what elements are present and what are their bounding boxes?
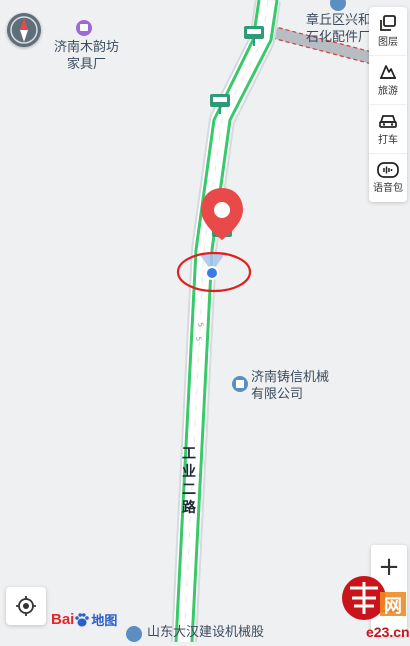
road-name-char: 路 bbox=[182, 500, 196, 516]
logo-map-text: 地图 bbox=[91, 613, 118, 628]
poi-label[interactable]: 济南铸信机械 有限公司 bbox=[251, 369, 329, 403]
paw-icon bbox=[75, 612, 90, 626]
road-name-char: 二 bbox=[182, 482, 196, 498]
map-canvas[interactable]: 5 5 bbox=[0, 0, 410, 642]
road-name-char: 业 bbox=[182, 464, 196, 480]
poi-label-line: 章丘区兴和 bbox=[306, 13, 372, 28]
poi-label-line: 济南木韵坊 bbox=[54, 40, 120, 55]
poi-label-line: 石化配件厂 bbox=[306, 30, 372, 45]
travel-icon bbox=[380, 65, 396, 79]
compass-button[interactable] bbox=[7, 13, 41, 47]
taxi-label: 打车 bbox=[378, 135, 398, 146]
travel-label: 旅游 bbox=[378, 86, 398, 97]
poi-label[interactable]: 章丘区兴和 石化配件厂 bbox=[306, 12, 371, 46]
logo-brand-text: Bai bbox=[51, 611, 75, 628]
voice-pack-button[interactable]: 语音包 bbox=[369, 153, 407, 202]
layers-label: 图层 bbox=[378, 37, 398, 48]
locate-me-button[interactable] bbox=[6, 587, 46, 625]
voice-pack-label: 语音包 bbox=[373, 183, 403, 194]
watermark-text: e23.cn bbox=[366, 624, 410, 640]
poi-label-line: 家具厂 bbox=[67, 57, 107, 72]
poi-label[interactable]: 济南木韵坊 家具厂 bbox=[54, 39, 119, 73]
poi-factory-icon[interactable] bbox=[330, 0, 346, 11]
poi-company-icon[interactable] bbox=[232, 376, 248, 392]
baidu-map-logo: Bai 地图 bbox=[51, 610, 117, 629]
side-tool-panel: 图层 旅游 打车 语音包 bbox=[369, 7, 407, 202]
road-name-label: 工 业 二 路 bbox=[181, 445, 197, 517]
compass-icon bbox=[10, 16, 38, 44]
taxi-button[interactable]: 打车 bbox=[369, 104, 407, 153]
watermark-glyph: 网 bbox=[384, 596, 402, 617]
layers-button[interactable]: 图层 bbox=[369, 7, 407, 55]
road-name-char: 工 bbox=[182, 446, 196, 462]
poi-label-line: 有限公司 bbox=[251, 387, 304, 402]
crosshair-icon bbox=[16, 596, 36, 616]
poi-company-icon[interactable] bbox=[126, 626, 142, 642]
voice-pack-icon bbox=[377, 162, 399, 178]
poi-label[interactable]: 山东大汉建设机械股 bbox=[147, 624, 264, 641]
site-watermark: 网 e23.cn bbox=[336, 574, 410, 642]
travel-button[interactable]: 旅游 bbox=[369, 55, 407, 104]
poi-label-line: 山东大汉建设机械股 bbox=[147, 625, 265, 640]
poi-label-line: 济南铸信机械 bbox=[251, 370, 330, 385]
poi-furniture-icon[interactable] bbox=[76, 20, 92, 36]
taxi-icon bbox=[379, 115, 397, 128]
layers-icon bbox=[380, 15, 396, 31]
